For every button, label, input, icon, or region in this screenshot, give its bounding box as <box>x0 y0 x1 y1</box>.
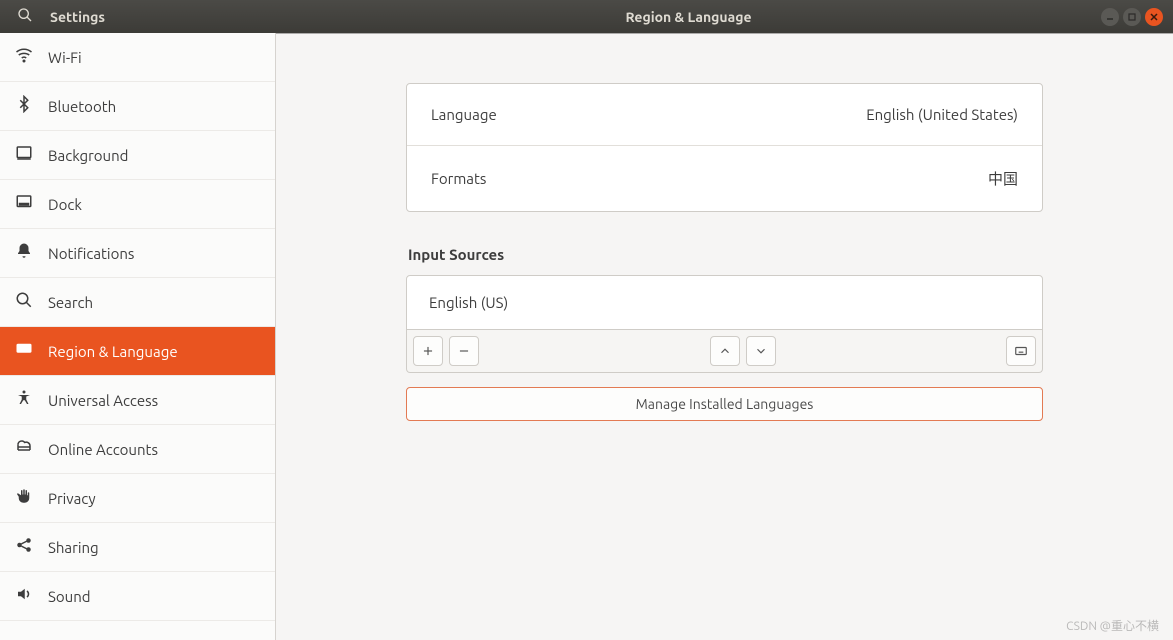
main-content: Language English (United States) Formats… <box>276 33 1173 640</box>
sidebar-item-search[interactable]: Search <box>0 278 275 327</box>
maximize-button[interactable] <box>1123 8 1141 26</box>
sidebar-item-label: Background <box>48 147 128 164</box>
titlebar: Settings Region & Language <box>0 0 1173 33</box>
sidebar-item-label: Sharing <box>48 539 99 556</box>
sidebar-item-label: Dock <box>48 196 82 213</box>
manage-installed-languages-button[interactable]: Manage Installed Languages <box>406 387 1043 421</box>
background-icon <box>14 144 34 166</box>
hand-icon <box>14 487 34 509</box>
add-input-source-button[interactable] <box>413 336 443 366</box>
sidebar-item-sound[interactable]: Sound <box>0 572 275 621</box>
formats-row[interactable]: Formats 中国 <box>407 145 1042 211</box>
sidebar-item-label: Bluetooth <box>48 98 116 115</box>
input-sources-list: English (US) <box>406 275 1043 330</box>
sidebar-item-label: Universal Access <box>48 392 158 409</box>
input-sources-title: Input Sources <box>408 246 1043 263</box>
sidebar-item-label: Region & Language <box>48 343 178 360</box>
sidebar-item-online-accounts[interactable]: Online Accounts <box>0 425 275 474</box>
move-down-button[interactable] <box>746 336 776 366</box>
minimize-button[interactable] <box>1101 8 1119 26</box>
sidebar-item-label: Wi-Fi <box>48 49 82 66</box>
sidebar-item-label: Sound <box>48 588 91 605</box>
sidebar-item-universal-access[interactable]: Universal Access <box>0 376 275 425</box>
language-row[interactable]: Language English (United States) <box>407 84 1042 145</box>
flag-icon <box>14 340 34 362</box>
search-icon[interactable] <box>14 7 36 26</box>
sidebar-item-label: Notifications <box>48 245 134 262</box>
accessibility-icon <box>14 389 34 411</box>
dock-icon <box>14 193 34 215</box>
move-up-button[interactable] <box>710 336 740 366</box>
cloud-icon <box>14 438 34 460</box>
sidebar-item-background[interactable]: Background <box>0 131 275 180</box>
sidebar-item-notifications[interactable]: Notifications <box>0 229 275 278</box>
input-source-item[interactable]: English (US) <box>407 276 1042 329</box>
language-value: English (United States) <box>866 106 1018 123</box>
keyboard-layout-button[interactable] <box>1006 336 1036 366</box>
sidebar-item-bluetooth[interactable]: Bluetooth <box>0 82 275 131</box>
page-title: Region & Language <box>276 9 1101 25</box>
language-formats-panel: Language English (United States) Formats… <box>406 83 1043 212</box>
sidebar-item-label: Privacy <box>48 490 96 507</box>
speaker-icon <box>14 585 34 607</box>
bluetooth-icon <box>14 95 34 117</box>
sidebar: Wi-Fi Bluetooth Background Dock Notification… <box>0 33 276 640</box>
share-icon <box>14 536 34 558</box>
sidebar-item-wifi[interactable]: Wi-Fi <box>0 33 275 82</box>
search-icon <box>14 291 34 313</box>
sidebar-item-region-language[interactable]: Region & Language <box>0 327 275 376</box>
language-label: Language <box>431 106 497 123</box>
close-button[interactable] <box>1145 8 1163 26</box>
input-sources-toolbar <box>406 330 1043 373</box>
sidebar-item-sharing[interactable]: Sharing <box>0 523 275 572</box>
bell-icon <box>14 242 34 264</box>
formats-value: 中国 <box>988 168 1018 189</box>
app-title: Settings <box>50 9 105 25</box>
sidebar-item-privacy[interactable]: Privacy <box>0 474 275 523</box>
sidebar-item-label: Online Accounts <box>48 441 158 458</box>
wifi-icon <box>14 46 34 68</box>
sidebar-item-dock[interactable]: Dock <box>0 180 275 229</box>
watermark: CSDN @重心不横 <box>1066 617 1159 634</box>
sidebar-item-label: Search <box>48 294 93 311</box>
remove-input-source-button[interactable] <box>449 336 479 366</box>
formats-label: Formats <box>431 170 486 187</box>
